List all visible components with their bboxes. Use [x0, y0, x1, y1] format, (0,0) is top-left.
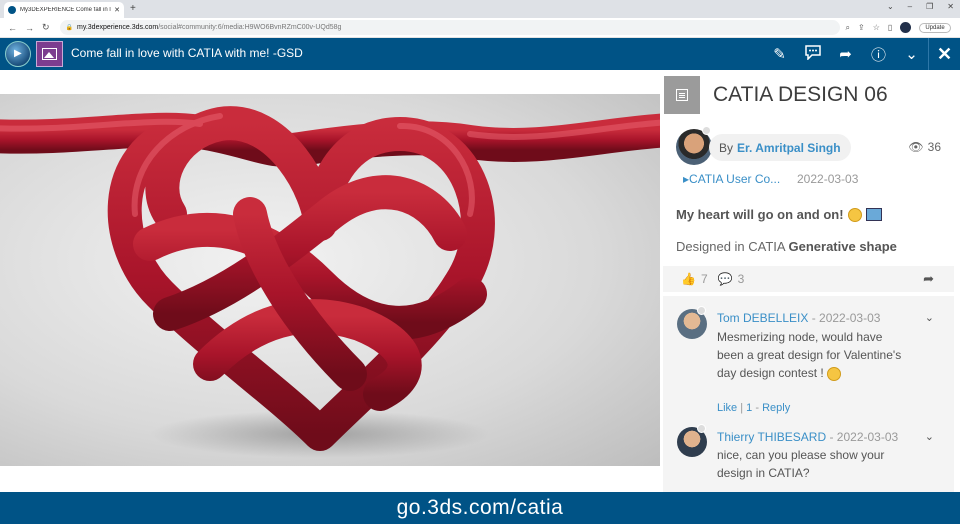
comment-like-count[interactable]: 1	[746, 402, 752, 414]
catia-url-text[interactable]: go.3ds.com/catia	[397, 496, 564, 520]
lock-icon[interactable]: 🔒	[66, 24, 73, 31]
close-icon[interactable]: ✕	[928, 38, 960, 70]
comment-text: nice, can you please show your design in…	[717, 448, 885, 480]
back-icon[interactable]: ←	[8, 23, 17, 33]
url-bar[interactable]: 🔒 my.3dexperience.3ds.com/social#communi…	[59, 20, 840, 35]
ship-emoji-icon	[865, 208, 882, 221]
share-icon[interactable]: ➦	[829, 45, 862, 63]
tab-title: My3DEXPERIENCE Come fall in l...	[20, 7, 112, 13]
view-count: 👁 36	[908, 140, 941, 154]
bookmark-star-icon[interactable]: ☆	[873, 23, 880, 32]
post-date: 2022-03-03	[797, 172, 859, 186]
smile-emoji-icon	[827, 366, 842, 381]
presence-status-icon	[702, 126, 711, 135]
share-page-icon[interactable]: ⇪	[858, 23, 865, 32]
like-count: 7	[700, 272, 708, 286]
comment-author[interactable]: Thierry THIBESARD	[717, 430, 826, 444]
close-window-icon[interactable]: ✕	[947, 2, 954, 11]
community-name[interactable]: CATIA User Co...	[689, 172, 780, 186]
comment-date: - 2022-03-03	[808, 311, 881, 325]
view-count-value: 36	[927, 140, 941, 154]
3dexperience-compass-icon[interactable]	[5, 41, 31, 67]
browser-tab-bar: My3DEXPERIENCE Come fall in l... ✕ + ⌄ –…	[0, 0, 960, 18]
community-link[interactable]: ▸CATIA User Co...	[683, 172, 780, 186]
3ds-favicon-icon	[8, 6, 16, 14]
comment-author-line: Thierry THIBESARD - 2022-03-03	[717, 430, 898, 444]
eye-icon: 👁	[908, 140, 924, 154]
footer-link-band: go.3ds.com/catia	[0, 492, 960, 524]
restore-icon[interactable]: ❐	[926, 2, 933, 11]
document-icon	[664, 76, 700, 114]
zoom-icon[interactable]: ⌕	[846, 23, 850, 33]
heart-knot-image	[0, 94, 660, 466]
update-button[interactable]: Update	[919, 22, 951, 33]
comment-author[interactable]: Tom DEBELLEIX	[717, 311, 808, 325]
panel-title: CATIA DESIGN 06	[713, 83, 888, 106]
info-icon[interactable]: ⓘ	[862, 44, 895, 65]
post-body-line1: My heart will go on and on!	[676, 207, 882, 222]
comment-footer: Like | 1 - Reply	[717, 402, 791, 414]
post-body-text: My heart will go on and on!	[676, 207, 844, 222]
window-controls: ⌄ – ❐ ✕	[887, 2, 954, 11]
like-action[interactable]: 👍 7	[681, 272, 708, 286]
post-title: Come fall in love with CATIA with me! -G…	[71, 46, 303, 60]
url-host: my.3dexperience.3ds.com	[77, 24, 159, 31]
post-details-panel: CATIA DESIGN 06 By Er. Amritpal Singh 👁 …	[663, 70, 960, 492]
url-path: /social#community:6/media:H9WO6BvnRZmC00…	[158, 24, 342, 31]
post-body-bold: Generative shape	[788, 239, 897, 254]
tab-close-icon[interactable]: ✕	[114, 6, 120, 14]
comment-author-line: Tom DEBELLEIX - 2022-03-03	[717, 311, 880, 325]
comment-bubble-icon[interactable]: 💬	[718, 272, 733, 286]
chevron-down-icon[interactable]: ⌄	[925, 430, 934, 443]
presence-status-icon	[697, 424, 706, 433]
browser-tab[interactable]: My3DEXPERIENCE Come fall in l... ✕	[4, 2, 124, 18]
browser-extras: ⌕ ⇪ ☆ ▯ Update ⋮	[846, 22, 960, 33]
post-body-line2: Designed in CATIA Generative shape	[676, 239, 897, 254]
header-actions: ✎ ➦ ⓘ ⌄ ✕	[763, 38, 960, 70]
comment-text: Mesmerizing node, would have been a grea…	[717, 328, 907, 382]
by-label: By	[719, 140, 734, 155]
thumbs-up-icon[interactable]: 👍	[681, 272, 696, 286]
edit-pencil-icon[interactable]: ✎	[763, 45, 796, 63]
comment-count: 3	[737, 272, 745, 286]
media-viewer[interactable]	[0, 70, 663, 492]
post-body-plain: Designed in CATIA	[676, 239, 785, 254]
profile-avatar[interactable]	[900, 22, 912, 33]
chevron-down-icon[interactable]: ⌄	[887, 2, 894, 11]
smile-emoji-icon	[847, 207, 862, 222]
share-arrow-icon[interactable]: ➦	[923, 271, 934, 287]
comment-text-content: Mesmerizing node, would have been a grea…	[717, 330, 902, 380]
media-type-icon	[36, 41, 63, 67]
forward-icon[interactable]: →	[25, 23, 34, 33]
new-tab-button[interactable]: +	[130, 3, 136, 14]
author-pill: By Er. Amritpal Singh	[709, 134, 851, 161]
comment-icon[interactable]	[796, 44, 829, 64]
comment-action[interactable]: 💬 3	[718, 272, 745, 286]
chevron-down-icon[interactable]: ⌄	[895, 45, 928, 63]
side-panel-icon[interactable]: ▯	[888, 23, 892, 32]
author-link[interactable]: Er. Amritpal Singh	[737, 141, 841, 155]
reply-link[interactable]: Reply	[762, 402, 790, 414]
comment-date: - 2022-03-03	[826, 430, 899, 444]
chevron-down-icon[interactable]: ⌄	[925, 311, 934, 324]
reload-icon[interactable]: ↻	[42, 22, 50, 33]
minimize-icon[interactable]: –	[908, 2, 912, 11]
presence-status-icon	[697, 306, 706, 315]
post-actions: 👍 7 💬 3 ➦	[663, 266, 954, 292]
like-link[interactable]: Like	[717, 402, 737, 414]
comments-list: Tom DEBELLEIX - 2022-03-03 ⌄ Mesmerizing…	[663, 296, 954, 492]
app-header: Come fall in love with CATIA with me! -G…	[0, 38, 960, 70]
browser-toolbar: ← → ↻ 🔒 my.3dexperience.3ds.com/social#c…	[0, 18, 960, 38]
